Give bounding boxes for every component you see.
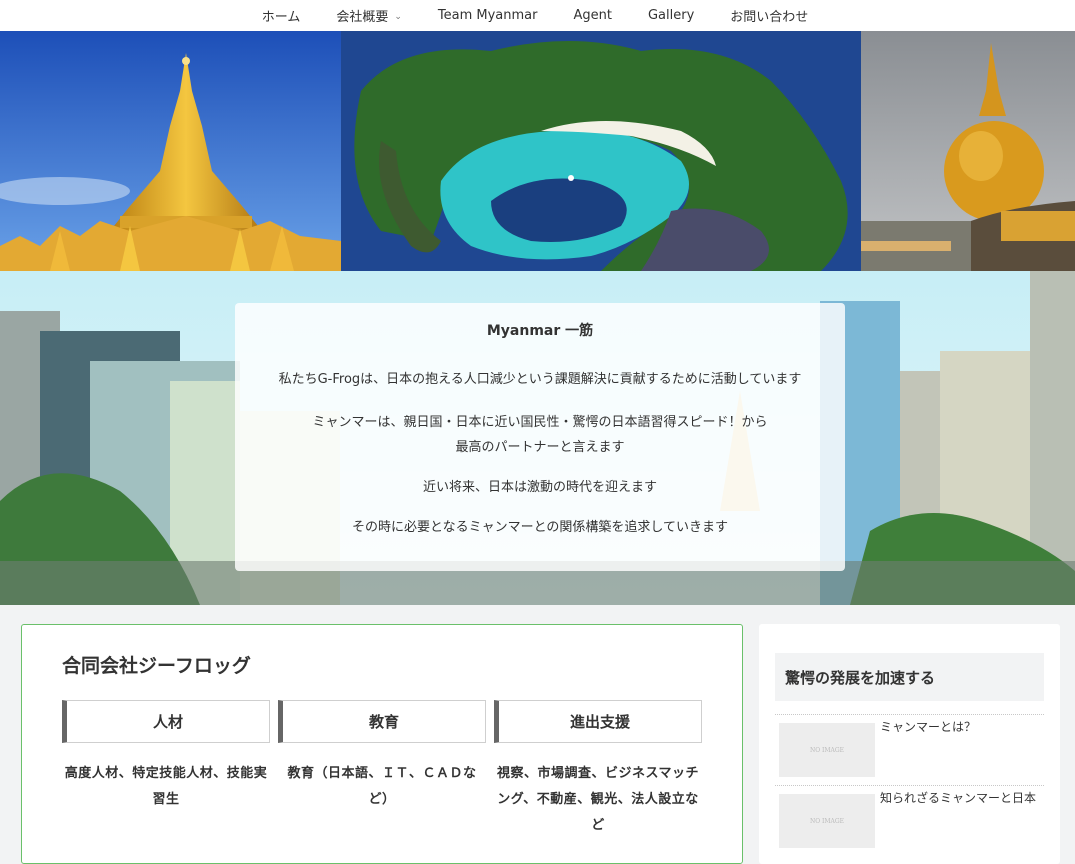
company-name: 合同会社ジーフロッグ [62,655,251,677]
sidebar-heading: 驚愕の発展を加速する [775,653,1044,701]
service-heading: 教育 [278,700,486,743]
service-column-expansion: 進出支援 視察、市場調査、ビジネスマッチング、不動産、観光、法人設立など [494,700,702,839]
service-description: 教育（日本語、ＩＴ、ＣＡＤなど） [287,766,477,807]
nav-item-label: 会社概要 [336,10,389,25]
nav-item-label: Agent [573,8,612,23]
post-thumbnail[interactable]: NO IMAGE [779,723,875,777]
chevron-down-icon: ⌄ [394,11,402,22]
post-title-link[interactable]: ミャンマーとは？ [880,720,1040,735]
company-card: 合同会社ジーフロッグ 人材 高度人材、特定技能人材、技能実習生 教育 教育（日本… [21,624,743,864]
island-lagoon-photo [341,31,861,271]
golden-rock-photo [861,31,1075,271]
service-column-hr: 人材 高度人材、特定技能人材、技能実習生 [62,700,270,813]
pagoda-photo [0,31,341,271]
mission-line: その時に必要となるミャンマーとの関係構築を追求していきます [351,520,729,535]
mission-line: 近い将来、日本は激動の時代を迎えます [422,480,657,495]
post-thumbnail[interactable]: NO IMAGE [779,794,875,848]
mission-line-part: ミャンマーは、親日国・日本に近い国民性・驚愕の日本語習得スピード！から [312,415,768,430]
service-heading: 人材 [62,700,270,743]
nav-item-label: お問い合わせ [730,10,809,25]
nav-item-label: ホーム [261,10,301,25]
nav-item-gallery[interactable]: Gallery [630,0,712,31]
nav-item-agent[interactable]: Agent [555,0,629,31]
mission-line-part: 最高のパートナーと言えます [455,440,625,455]
nav-item-contact[interactable]: お問い合わせ [712,0,826,31]
mission-panel: Myanmar 一筋 私たちG-Frogは、日本の抱える人口減少という課題解決に… [235,303,845,571]
sidebar-post[interactable]: NO IMAGE ミャンマーとは？ [775,714,1044,784]
service-column-education: 教育 教育（日本語、ＩＴ、ＣＡＤなど） [278,700,486,813]
mission-line: ミャンマーは、親日国・日本に近い国民性・驚愕の日本語習得スピード！から 最高のパー… [235,410,845,460]
top-navigation: ホーム 会社概要 ⌄ Team Myanmar Agent Gallery お問い… [0,0,1075,31]
nav-item-team-myanmar[interactable]: Team Myanmar [420,0,556,31]
service-heading: 進出支援 [494,700,702,743]
nav-item-company[interactable]: 会社概要 ⌄ [318,0,420,31]
service-description: 高度人材、特定技能人材、技能実習生 [64,766,268,807]
sidebar-post[interactable]: NO IMAGE 知られざるミャンマーと日本 [775,785,1044,855]
hero-photo-strip [0,31,1075,271]
nav-menu: ホーム 会社概要 ⌄ Team Myanmar Agent Gallery お問い… [244,0,827,31]
post-title-link[interactable]: 知られざるミャンマーと日本 [880,791,1040,806]
sidebar: 驚愕の発展を加速する NO IMAGE ミャンマーとは？ NO IMAGE 知ら… [759,624,1060,864]
nav-item-home[interactable]: ホーム [244,0,319,31]
mission-line: 私たちG-Frogは、日本の抱える人口減少という課題解決に貢献するために活動して… [278,372,802,387]
service-description: 視察、市場調査、ビジネスマッチング、不動産、観光、法人設立など [496,766,700,833]
nav-item-label: Gallery [647,8,695,23]
mission-title: Myanmar 一筋 [486,323,594,339]
nav-item-label: Team Myanmar [437,8,538,23]
